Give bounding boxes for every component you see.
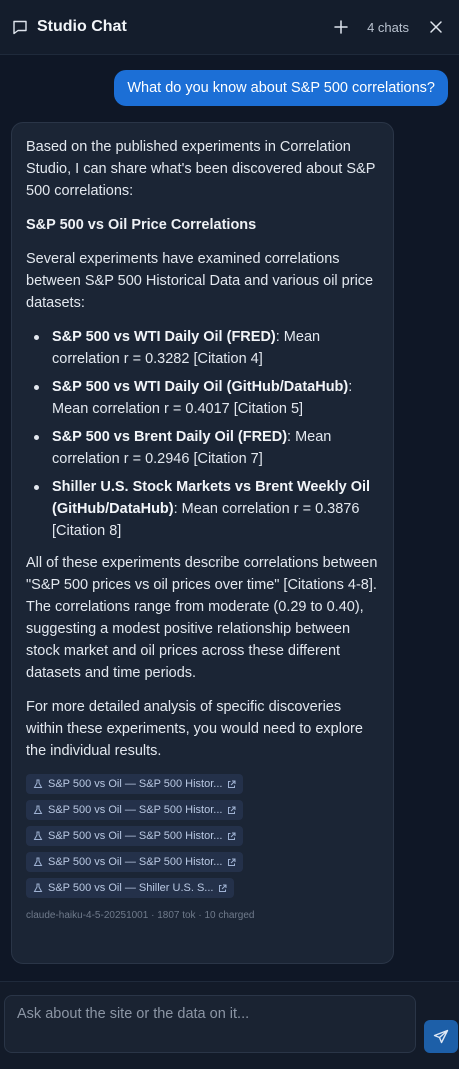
composer — [0, 981, 459, 1069]
new-chat-button[interactable] — [333, 19, 349, 35]
chat-input[interactable] — [4, 995, 416, 1053]
assistant-message: Based on the published experiments in Co… — [11, 122, 394, 964]
citation-link[interactable]: S&P 500 vs Oil — S&P 500 Histor... — [26, 826, 244, 846]
beaker-icon — [33, 805, 43, 815]
list-item: S&P 500 vs WTI Daily Oil (GitHub/DataHub… — [26, 376, 379, 420]
message-list[interactable]: What do you know about S&P 500 correlati… — [0, 55, 459, 981]
message-meta: claude-haiku-4-5-20251001 · 1807 tok · 1… — [26, 910, 255, 921]
list-item: S&P 500 vs WTI Daily Oil (FRED): Mean co… — [26, 326, 379, 370]
assistant-intro: Based on the published experiments in Co… — [26, 139, 376, 199]
chat-title: Studio Chat — [37, 18, 127, 35]
citation-link[interactable]: S&P 500 vs Oil — S&P 500 Histor... — [26, 800, 244, 820]
external-link-icon — [227, 832, 236, 841]
beaker-icon — [33, 779, 43, 789]
assistant-heading: S&P 500 vs Oil Price Correlations — [26, 217, 257, 233]
correlation-list: S&P 500 vs WTI Daily Oil (FRED): Mean co… — [26, 326, 379, 542]
send-button[interactable] — [424, 1020, 458, 1053]
chat-header: Studio Chat 4 chats — [0, 0, 459, 55]
user-message: What do you know about S&P 500 correlati… — [114, 70, 448, 106]
chat-bubble-icon — [12, 19, 28, 35]
citation-list: S&P 500 vs Oil — S&P 500 Histor... S&P 5… — [26, 774, 379, 904]
citation-link[interactable]: S&P 500 vs Oil — S&P 500 Histor... — [26, 774, 244, 794]
assistant-summary: All of these experiments describe correl… — [26, 555, 378, 681]
beaker-icon — [33, 831, 43, 841]
citation-link[interactable]: S&P 500 vs Oil — S&P 500 Histor... — [26, 852, 244, 872]
beaker-icon — [33, 857, 43, 867]
close-icon — [430, 21, 442, 33]
assistant-closing: For more detailed analysis of specific d… — [26, 699, 363, 759]
external-link-icon — [227, 806, 236, 815]
external-link-icon — [227, 780, 236, 789]
chat-count-button[interactable]: 4 chats — [367, 20, 409, 35]
citation-link[interactable]: S&P 500 vs Oil — Shiller U.S. S... — [26, 878, 235, 898]
external-link-icon — [227, 858, 236, 867]
list-item: S&P 500 vs Brent Daily Oil (FRED): Mean … — [26, 426, 379, 470]
send-icon — [433, 1029, 449, 1043]
beaker-icon — [33, 883, 43, 893]
plus-icon — [334, 20, 348, 34]
list-item: Shiller U.S. Stock Markets vs Brent Week… — [26, 476, 379, 542]
close-button[interactable] — [429, 20, 443, 34]
assistant-lead: Several experiments have examined correl… — [26, 251, 374, 311]
external-link-icon — [218, 884, 227, 893]
